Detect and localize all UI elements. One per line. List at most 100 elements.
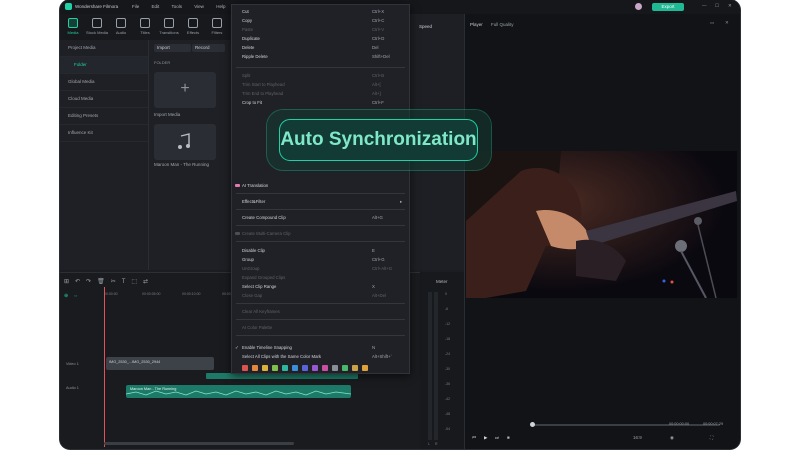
toolbar-filters[interactable]: Filters [206,18,228,35]
timeline-scrollbar[interactable] [104,442,294,445]
menu-tools[interactable]: Tools [171,4,182,9]
menu-item-duplicate[interactable]: Duplicate Ctrl+D [232,34,409,43]
color-mark-swatch[interactable] [282,365,288,371]
menu-item-disable-clip[interactable]: Disable Clip E [232,246,409,255]
sidebar-item-editing-presets[interactable]: Editing Presets [60,108,148,125]
seek-handle[interactable] [530,422,535,427]
timeline-track-tools[interactable]: ⊕⇔ [64,293,83,299]
menu-view[interactable]: View [194,4,204,9]
toolbar-transitions[interactable]: Transitions [158,18,180,35]
sidebar-item-folder[interactable]: Folder [60,57,148,74]
context-menu: Cut Ctrl+X Copy Ctrl+C Paste Ctrl+V Duplica… [231,4,410,374]
user-avatar[interactable] [635,3,642,10]
menu-item-multicam-clip[interactable]: Create Multi-Camera Clip [232,229,409,238]
record-button[interactable]: Record [192,44,225,52]
menu-item-trim-start[interactable]: Trim Start to Playhead Alt+[ [232,80,409,89]
meter-channel-right: R [435,442,438,446]
menu-help[interactable]: Help [216,4,225,9]
menu-item-effect-filter[interactable]: Effect&Filter ▸ [232,197,409,206]
menu-edit[interactable]: Edit [152,4,160,9]
timeline-tool-icons[interactable]: ⊞↶↷🗑✂T⬚⇄ [64,278,154,285]
menu-item-select-same-color[interactable]: Select All Clips with the Same Color Mar… [232,352,409,361]
stop-icon[interactable]: ■ [507,435,510,440]
add-icon: + [180,80,190,97]
color-mark-swatch[interactable] [322,365,328,371]
guitarist-image [466,151,737,298]
fullscreen-icon[interactable]: ⛶ [710,435,713,440]
sidebar-item-influence-kit[interactable]: Influence Kit [60,125,148,142]
quality-select[interactable]: Full Quality [491,22,514,27]
toolbar-titles[interactable]: Titles [134,18,156,35]
sidebar-item-global-media[interactable]: Global Media [60,74,148,91]
menu-item-close-gap[interactable]: Close Gap Alt+Del [232,291,409,300]
effects-icon [188,18,198,28]
menu-item-group[interactable]: Group Ctrl+G [232,255,409,264]
menu-item-select-clip-range[interactable]: Select Clip Range X [232,282,409,291]
color-mark-swatch[interactable] [252,365,258,371]
window-close-icon[interactable]: ✕ [728,3,732,9]
menu-item-trim-end[interactable]: Trim End to Playhead Alt+] [232,89,409,98]
menu-item-ripple-delete[interactable]: Ripple Delete Shift+Del [232,52,409,61]
audio-meter-panel: Meter 0 -6 -12 -18 -24 -30 -36 -42 -48 -… [420,272,464,449]
play-icon[interactable]: ▶ [484,435,487,441]
toolbar-stock-media[interactable]: Stock Media [86,18,108,35]
window-maximize-icon[interactable]: ☐ [715,3,719,9]
menu-item-crop-to-fit[interactable]: Crop to Fit Ctrl+F [232,98,409,107]
menu-item-cut[interactable]: Cut Ctrl+X [232,7,409,16]
color-mark-swatch[interactable] [362,365,368,371]
menu-item-clear-keyframes[interactable]: Clear All Keyframes [232,307,409,316]
menu-item-compound-clip[interactable]: Create Compound Clip Alt+G [232,213,409,222]
import-button[interactable]: Import [154,44,191,52]
sidebar-item-cloud-media[interactable]: Cloud Media [60,91,148,108]
color-mark-swatch[interactable] [302,365,308,371]
menu-separator [236,335,405,336]
menu-item-paste[interactable]: Paste Ctrl+V [232,25,409,34]
menu-item-timeline-snapping[interactable]: ✓ Enable Timeline Snapping N [232,343,409,352]
menu-item-ai-color-palette[interactable]: AI Color Palette [232,323,409,332]
video-clip[interactable]: IMG_2530_...IMG_2530_2944 [106,357,214,370]
screenshot-icon[interactable]: ◉ [670,435,674,441]
speed-tab[interactable]: Speed [419,24,432,29]
import-media-tile[interactable]: + [154,72,216,108]
color-mark-swatch[interactable] [242,365,248,371]
menu-separator [236,319,405,320]
checkmark-icon: ✓ [235,345,239,350]
menu-file[interactable]: File [132,4,139,9]
menu-item-delete[interactable]: Delete Del [232,43,409,52]
color-mark-swatch[interactable] [352,365,358,371]
media-toolbar: Media Stock Media Audio Titles Transitio… [60,14,230,40]
window-minimize-icon[interactable]: — [702,3,707,8]
color-mark-swatch[interactable] [262,365,268,371]
menu-item-ungroup[interactable]: UnGroup Ctrl+Alt+G [232,264,409,273]
meter-scale-1: -6 [445,307,449,311]
video-frame [466,151,737,298]
feature-callout: Auto Synchronization [279,119,478,161]
toolbar-audio[interactable]: Audio [110,18,132,35]
meter-channel-left: L [428,442,430,446]
color-mark-swatch[interactable] [342,365,348,371]
previous-frame-icon[interactable]: ⏮ [472,435,476,440]
menu-item-ai-translation[interactable]: AI Translation [232,181,409,190]
color-mark-swatch[interactable] [312,365,318,371]
aspect-ratio-select[interactable]: 16:9 [633,435,642,440]
toolbar-effects[interactable]: Effects [182,18,204,35]
toolbar-media[interactable]: Media [62,18,84,35]
panel-layout-icon[interactable]: ▭ [710,20,714,26]
close-panel-icon[interactable]: ✕ [725,20,729,26]
next-frame-icon[interactable]: ⏭ [495,435,499,440]
menu-item-split[interactable]: Split Ctrl+B [232,71,409,80]
export-button[interactable]: Export [652,3,684,11]
playhead[interactable] [104,287,105,447]
meter-scale-8: -48 [445,412,451,416]
sidebar-item-project-media[interactable]: Project Media [60,40,148,57]
audio-clip-thumbnail[interactable] [154,124,216,160]
titles-icon [140,18,150,28]
color-mark-swatch[interactable] [292,365,298,371]
color-mark-swatch[interactable] [272,365,278,371]
playback-seek-bar[interactable] [530,422,720,427]
menu-item-copy[interactable]: Copy Ctrl+C [232,16,409,25]
menu-item-expand-grouped[interactable]: Expand Grouped Clips [232,273,409,282]
color-mark-swatch[interactable] [332,365,338,371]
audio-clip[interactable]: Maroon Man - The Running [126,385,351,398]
folder-label: FOLDER [154,60,171,65]
